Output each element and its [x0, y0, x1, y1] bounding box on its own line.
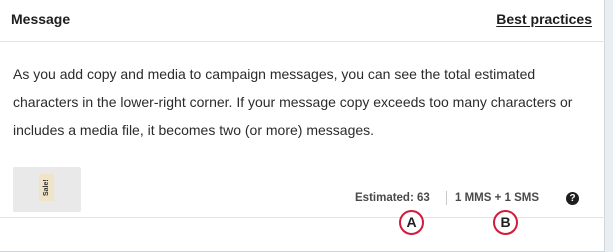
media-attachment-thumbnail[interactable]: Sale! — [13, 167, 81, 212]
estimated-character-count: Estimated: 63 — [355, 192, 430, 204]
callout-a: A — [399, 210, 424, 235]
callout-b: B — [493, 210, 518, 235]
message-description: As you add copy and media to campaign me… — [13, 66, 573, 138]
question-circle-icon[interactable]: ? — [566, 192, 579, 205]
section-title: Message — [11, 11, 71, 27]
message-header: Message Best practices — [0, 0, 605, 42]
best-practices-link[interactable]: Best practices — [496, 11, 592, 27]
sale-image: Sale! — [39, 174, 54, 201]
message-segment-count: 1 MMS + 1 SMS — [455, 192, 540, 204]
count-separator — [446, 191, 447, 205]
